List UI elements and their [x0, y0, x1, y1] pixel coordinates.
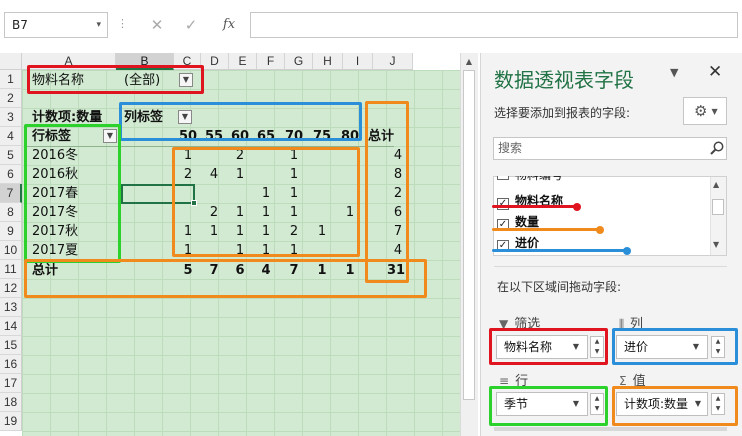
chevron-down-icon: ▼	[711, 106, 718, 116]
row-header-3[interactable]: 3	[0, 108, 22, 127]
insert-function-button[interactable]: fx	[214, 12, 244, 38]
field-item-label: 进价	[515, 236, 540, 250]
annotation-pane-rows	[489, 386, 608, 426]
annotation-pin-orange	[492, 225, 604, 234]
column-header-g[interactable]: G	[285, 53, 313, 70]
cancel-entry-button[interactable]: ✕	[146, 12, 168, 38]
field-item-label: 数量	[515, 215, 540, 229]
checkbox-icon[interactable]: ✓	[497, 198, 509, 210]
pane-bottom-scrollbar[interactable]	[494, 427, 727, 431]
select-all-corner[interactable]	[0, 53, 22, 70]
annotation-value-area	[172, 147, 360, 257]
annotation-grand-total-row	[24, 259, 427, 298]
annotation-row-area	[24, 124, 121, 263]
field-list-thumb[interactable]	[712, 199, 724, 215]
row-header-4[interactable]: 4	[0, 127, 22, 146]
row-header-8[interactable]: 8	[0, 203, 22, 222]
annotation-pane-filter	[489, 328, 608, 365]
annotation-grand-total-column	[365, 101, 409, 283]
annotation-pin-red	[492, 202, 581, 211]
name-box-value: B7	[12, 18, 28, 32]
row-header-19[interactable]: 19	[0, 412, 22, 431]
annotation-pane-values	[612, 386, 738, 426]
scroll-up-icon[interactable]: ▲	[713, 180, 719, 189]
pane-title: 数据透视表字段	[494, 68, 634, 92]
search-icon	[710, 141, 724, 155]
excel-window: { "formula_bar": { "name_box": "B7", "dr…	[0, 0, 742, 436]
annotation-filter-area	[27, 65, 204, 94]
field-search-input[interactable]: 搜索	[493, 137, 727, 160]
scroll-down-icon[interactable]: ▼	[713, 240, 719, 249]
name-box[interactable]: B7 ▾	[4, 12, 108, 38]
row-header-5[interactable]: 5	[0, 146, 22, 165]
gear-icon: ⚙	[694, 102, 708, 120]
annotation-pane-columns	[612, 328, 738, 365]
column-header-i[interactable]: I	[343, 53, 373, 70]
chevron-down-icon[interactable]: ▾	[96, 13, 101, 37]
pane-divider	[494, 266, 727, 267]
row-header-2[interactable]: 2	[0, 89, 22, 108]
scroll-up-icon[interactable]: ▲	[463, 57, 475, 67]
row-header-12[interactable]: 12	[0, 279, 22, 298]
row-header-9[interactable]: 9	[0, 222, 22, 241]
annotation-pin-blue	[492, 246, 631, 255]
row-header-15[interactable]: 15	[0, 336, 22, 355]
pane-options-icon[interactable]: ▼	[670, 66, 678, 79]
column-header-h[interactable]: H	[313, 53, 343, 70]
confirm-entry-button[interactable]: ✓	[180, 12, 202, 38]
drag-instruction: 在以下区域间拖动字段:	[497, 280, 622, 294]
annotation-column-area	[119, 102, 362, 141]
column-header-e[interactable]: E	[229, 53, 257, 70]
row-header-7[interactable]: 7	[0, 184, 22, 203]
row-header-18[interactable]: 18	[0, 393, 22, 412]
column-header-d[interactable]: D	[201, 53, 229, 70]
more-icon: ⋮	[117, 17, 128, 30]
row-header-1[interactable]: 1	[0, 70, 22, 89]
row-header-14[interactable]: 14	[0, 317, 22, 336]
sheet-scroll-thumb[interactable]	[463, 70, 475, 400]
row-header-17[interactable]: 17	[0, 374, 22, 393]
close-icon[interactable]: ✕	[708, 62, 722, 82]
formula-input[interactable]	[250, 12, 738, 38]
column-header-j[interactable]: J	[373, 53, 413, 70]
row-header-10[interactable]: 10	[0, 241, 22, 260]
row-header-13[interactable]: 13	[0, 298, 22, 317]
column-header-f[interactable]: F	[257, 53, 285, 70]
row-header-16[interactable]: 16	[0, 355, 22, 374]
row-header-11[interactable]: 11	[0, 260, 22, 279]
row-header-6[interactable]: 6	[0, 165, 22, 184]
pane-subtitle: 选择要添加到报表的字段:	[494, 106, 631, 120]
tools-button[interactable]: ⚙ ▼	[683, 97, 727, 125]
